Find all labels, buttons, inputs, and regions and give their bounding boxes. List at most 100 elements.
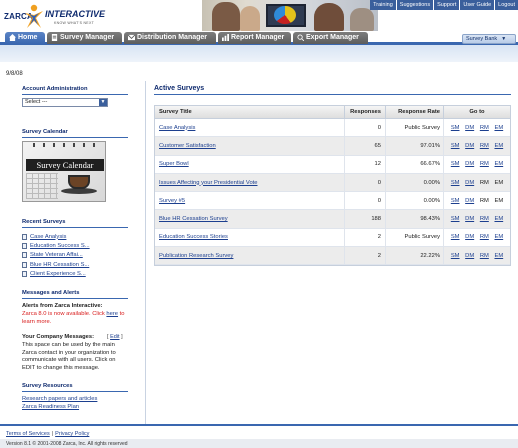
goto-cell: SM DM RM EM — [444, 137, 510, 154]
goto-sm-link[interactable]: SM — [451, 216, 460, 222]
edit-message-link[interactable]: Edit — [110, 334, 119, 340]
list-item: State Veteran Affai... — [22, 251, 132, 260]
zarca-logo[interactable]: ZARCA INTERACTIVE KNOW WHAT'S NEXT — [4, 3, 132, 29]
goto-rm-link[interactable]: RM — [480, 253, 489, 259]
document-icon — [22, 233, 27, 240]
goto-em-link[interactable]: EM — [494, 216, 503, 222]
goto-rm-link[interactable]: RM — [480, 161, 489, 167]
pie-chart-icon — [274, 6, 296, 24]
document-icon — [22, 261, 27, 268]
goto-em-link[interactable]: EM — [494, 161, 503, 167]
top-link-training[interactable]: Training — [370, 0, 396, 10]
account-admin-select[interactable]: Select --- ▼ — [22, 98, 108, 107]
goto-dm-link[interactable]: DM — [465, 198, 474, 204]
goto-sm-link[interactable]: SM — [451, 161, 460, 167]
chevron-down-icon: ▼ — [99, 99, 107, 106]
goto-em-link[interactable]: EM — [494, 125, 503, 131]
table-row: Publication Research Survey 2 22.22% SM DM RM… — [155, 247, 510, 266]
survey-title-link[interactable]: Blue HR Cessation Survey — [159, 216, 228, 222]
goto-dm-link[interactable]: DM — [465, 216, 474, 222]
survey-bank-label: Survey Bank — [466, 36, 498, 42]
response-rate-cell: 66.67% — [386, 155, 444, 173]
goto-cell: SM DM RM EM — [444, 247, 510, 264]
goto-sm-link[interactable]: SM — [451, 198, 460, 204]
goto-dm-link[interactable]: DM — [465, 234, 474, 240]
goto-rm-link[interactable]: RM — [480, 125, 489, 131]
resource-link-readiness[interactable]: Zarca Readiness Plan — [22, 404, 79, 410]
survey-bank-dropdown[interactable]: Survey Bank ▼ — [462, 34, 516, 44]
survey-title-link[interactable]: Survey #5 — [159, 198, 185, 204]
divider — [22, 137, 128, 138]
survey-title-link[interactable]: Case Analysis — [159, 125, 195, 131]
col-response-rate[interactable]: Response Rate — [386, 106, 444, 118]
goto-sm-link[interactable]: SM — [451, 234, 460, 240]
top-link-suggestions[interactable]: Suggestions — [396, 0, 434, 10]
recent-survey-link[interactable]: State Veteran Affai... — [30, 252, 83, 258]
recent-survey-link[interactable]: Blue HR Cessation S... — [30, 262, 89, 268]
goto-rm-link[interactable]: RM — [480, 216, 489, 222]
goto-em-link[interactable]: EM — [494, 253, 503, 259]
resource-link-research[interactable]: Research papers and articles — [22, 396, 97, 402]
goto-sm-link[interactable]: SM — [451, 253, 460, 259]
privacy-link[interactable]: Privacy Policy — [55, 431, 89, 437]
response-rate-cell: 0.00% — [386, 173, 444, 192]
recent-survey-link[interactable]: Client Experience S... — [30, 271, 86, 277]
recent-surveys-list: Case Analysis Education Success S... Sta… — [22, 232, 132, 279]
list-item: Blue HR Cessation S... — [22, 260, 132, 269]
sub-header-band — [0, 45, 518, 62]
table-row: Super Bowl 12 66.67% SM DM RM EM — [155, 155, 510, 174]
current-date: 9/8/08 — [6, 71, 23, 77]
survey-title-cell: Super Bowl — [155, 155, 345, 173]
top-link-support[interactable]: Support — [434, 0, 460, 10]
col-responses[interactable]: Responses — [345, 106, 386, 118]
coffee-cup-icon — [68, 175, 90, 189]
terms-link[interactable]: Terms of Services — [6, 431, 50, 437]
goto-dm-link[interactable]: DM — [465, 143, 474, 149]
goto-em-link[interactable]: EM — [494, 234, 503, 240]
survey-title-link[interactable]: Customer Satisfaction — [159, 143, 216, 149]
survey-calendar-heading: Survey Calendar — [22, 129, 68, 135]
col-survey-title[interactable]: Survey Title — [155, 106, 345, 118]
goto-rm-link[interactable]: RM — [480, 143, 489, 149]
goto-sm-link[interactable]: SM — [451, 125, 460, 131]
alert-text-before: Zarca 8.0 is now available. Click — [22, 311, 107, 317]
main-content: Account Administration Select --- ▼ Surv… — [0, 81, 518, 424]
survey-title-link[interactable]: Publication Research Survey — [159, 253, 233, 259]
recent-surveys-heading: Recent Surveys — [22, 219, 66, 225]
tab-survey-manager[interactable]: Survey Manager — [47, 32, 122, 44]
tab-label: Survey Manager — [60, 34, 115, 41]
goto-dm-link[interactable]: DM — [465, 161, 474, 167]
alert-here-link[interactable]: here — [106, 311, 118, 317]
tab-distribution-manager[interactable]: Distribution Manager — [124, 32, 216, 44]
home-icon — [9, 34, 16, 41]
tab-home[interactable]: Home — [5, 32, 45, 44]
goto-sm-link[interactable]: SM — [451, 143, 460, 149]
top-link-user-guide[interactable]: User Guide — [460, 0, 495, 10]
recent-survey-link[interactable]: Education Success S... — [30, 243, 90, 249]
goto-dm-link[interactable]: DM — [465, 125, 474, 131]
tab-label: Report Manager — [231, 34, 285, 41]
top-link-logout[interactable]: Logout — [495, 0, 518, 10]
goto-sm-link[interactable]: SM — [451, 180, 460, 186]
goto-rm-link[interactable]: RM — [480, 234, 489, 240]
tab-label: Distribution Manager — [137, 34, 208, 41]
recent-survey-link[interactable]: Case Analysis — [30, 234, 66, 240]
survey-title-link[interactable]: Super Bowl — [159, 161, 189, 167]
responses-cell: 12 — [345, 155, 386, 173]
survey-calendar-image[interactable]: Survey Calendar — [22, 141, 106, 202]
survey-title-cell: Publication Research Survey — [155, 247, 345, 265]
document-icon — [22, 271, 27, 278]
table-row: Customer Satisfaction 65 97.01% SM DM RM EM — [155, 137, 510, 156]
logo-text-interactive: INTERACTIVE — [45, 9, 106, 19]
goto-em-link[interactable]: EM — [494, 143, 503, 149]
survey-title-link[interactable]: Education Success Stories — [159, 234, 228, 240]
tab-export-manager[interactable]: Export Manager — [293, 32, 368, 44]
col-goto: Go to — [469, 109, 485, 115]
export-icon — [297, 34, 304, 41]
tab-report-manager[interactable]: Report Manager — [218, 32, 291, 44]
survey-title-link[interactable]: Issues Affecting your Presidential Vote — [159, 180, 258, 186]
response-rate-cell: 22.22% — [386, 247, 444, 265]
goto-dm-link[interactable]: DM — [465, 253, 474, 259]
goto-dm-link[interactable]: DM — [465, 180, 474, 186]
bracket: [ — [107, 334, 109, 340]
